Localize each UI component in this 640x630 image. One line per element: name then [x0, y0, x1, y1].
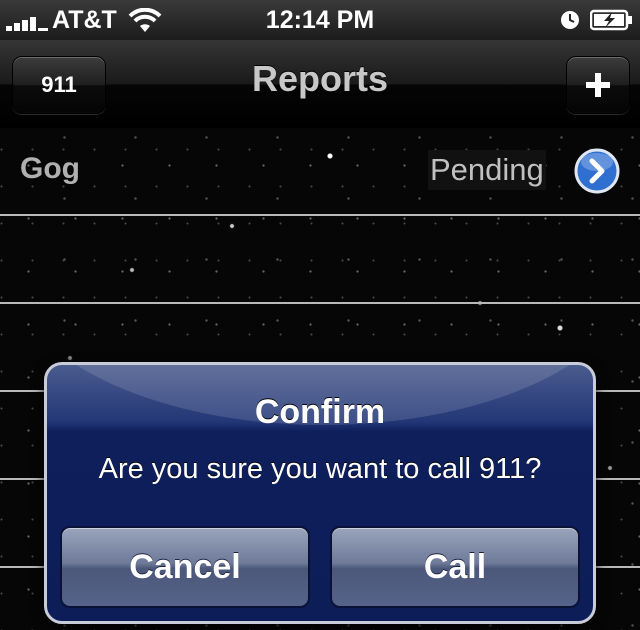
status-time: 12:14 PM [265, 6, 375, 34]
add-report-button[interactable] [566, 56, 630, 114]
page-title: Reports [251, 58, 389, 99]
call-button[interactable]: Call [330, 526, 580, 608]
plus-icon [586, 73, 610, 97]
alert-title: Confirm [254, 393, 386, 431]
clock-icon [561, 11, 579, 29]
status-bar: AT&T 12:14 PM [0, 0, 640, 40]
report-name: Gog [20, 152, 80, 185]
empty-row [0, 216, 640, 304]
confirm-alert: Confirm Are you sure you want to call 91… [44, 362, 596, 624]
battery-charging-icon [590, 9, 632, 31]
navigation-bar: 911 Reports [0, 40, 640, 129]
report-status: Pending [428, 150, 546, 190]
alert-message: Are you sure you want to call 911? [98, 453, 542, 485]
report-row[interactable]: Gog Pending [0, 128, 640, 216]
chevron-right-icon[interactable] [574, 148, 620, 194]
cancel-button[interactable]: Cancel [60, 526, 310, 608]
